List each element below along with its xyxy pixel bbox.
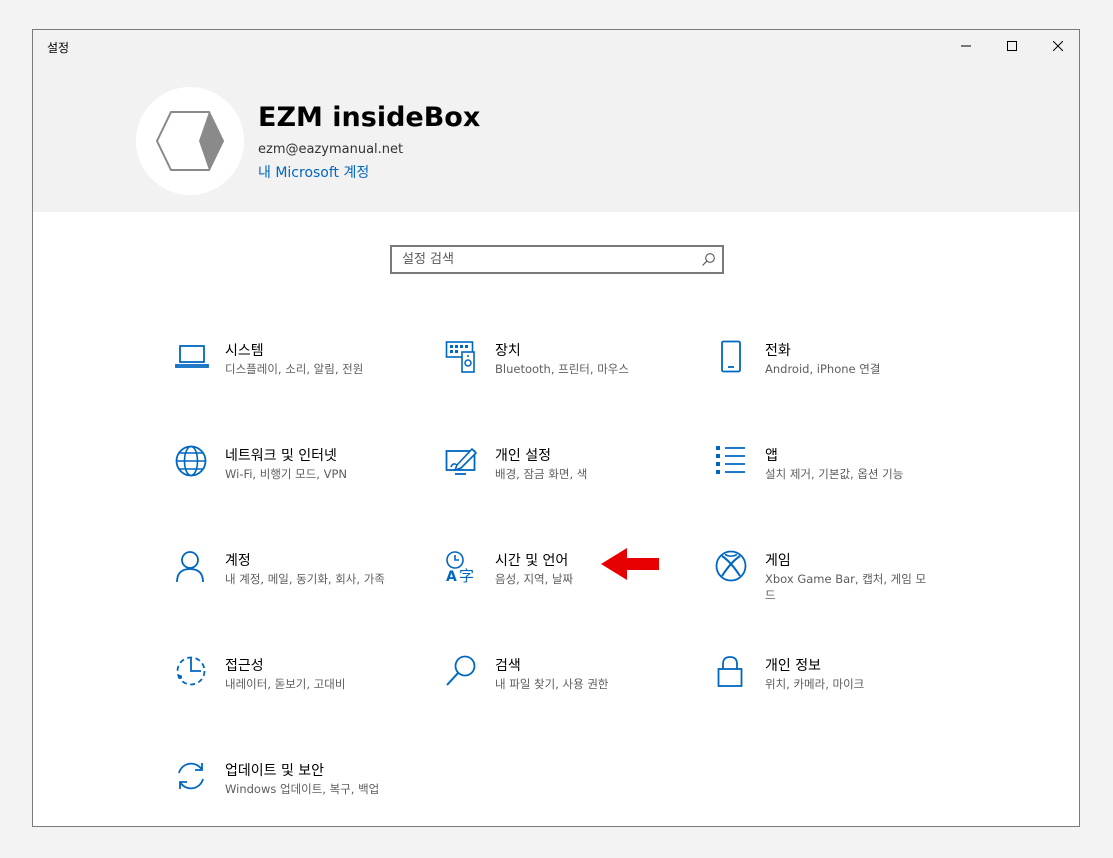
- microsoft-account-link[interactable]: 내 Microsoft 계정: [258, 162, 369, 182]
- tile-privacy[interactable]: 개인 정보 위치, 카메라, 마이크: [715, 655, 965, 725]
- maximize-icon: [1007, 41, 1017, 51]
- tile-title: 개인 정보: [765, 658, 821, 674]
- lock-icon: [715, 655, 751, 691]
- phone-icon: [715, 340, 751, 376]
- tile-subtitle: 위치, 카메라, 마이크: [765, 677, 865, 691]
- tile-search[interactable]: 검색 내 파일 찾기, 사용 권한: [445, 655, 695, 725]
- xbox-icon: [715, 550, 751, 586]
- laptop-icon: [175, 340, 211, 376]
- tile-subtitle: Xbox Game Bar, 캡처, 게임 모드: [765, 572, 927, 602]
- title-bar[interactable]: 설정: [33, 30, 1079, 62]
- tile-subtitle: Windows 업데이트, 복구, 백업: [225, 782, 380, 796]
- tile-update-security[interactable]: 업데이트 및 보안 Windows 업데이트, 복구, 백업: [175, 760, 425, 826]
- close-icon: [1053, 41, 1063, 51]
- settings-window: 설정 EZM insideBox ezm@eazymanual.net 내 Mi…: [32, 29, 1080, 827]
- tile-accounts[interactable]: 계정 내 계정, 메일, 동기화, 회사, 가족: [175, 550, 425, 620]
- apps-list-icon: [715, 445, 751, 481]
- tile-title: 앱: [765, 448, 778, 464]
- hexagon-logo-icon: [155, 111, 225, 171]
- close-button[interactable]: [1035, 30, 1079, 62]
- tile-subtitle: 내 파일 찾기, 사용 권한: [495, 677, 609, 691]
- tile-title: 접근성: [225, 658, 264, 674]
- tile-gaming[interactable]: 게임 Xbox Game Bar, 캡처, 게임 모드: [715, 550, 965, 620]
- tile-personalization[interactable]: 개인 설정 배경, 잠금 화면, 색: [445, 445, 695, 515]
- window-title: 설정: [47, 41, 70, 55]
- search-magnifier-icon: [445, 655, 481, 691]
- tile-title: 장치: [495, 343, 521, 359]
- tile-subtitle: 내레이터, 돋보기, 고대비: [225, 677, 346, 691]
- tile-subtitle: Bluetooth, 프린터, 마우스: [495, 362, 629, 376]
- update-icon: [175, 760, 211, 796]
- tile-subtitle: 디스플레이, 소리, 알림, 전원: [225, 362, 364, 376]
- devices-icon: [445, 340, 481, 376]
- svg-text:A: A: [446, 569, 457, 585]
- globe-icon: [175, 445, 211, 481]
- minimize-icon: [961, 45, 971, 47]
- tile-title: 시스템: [225, 343, 264, 359]
- search-icon[interactable]: [701, 252, 716, 267]
- personalize-icon: [445, 445, 481, 481]
- tile-title: 전화: [765, 343, 791, 359]
- person-icon: [175, 550, 211, 586]
- user-email: ezm@eazymanual.net: [258, 142, 404, 157]
- tile-title: 시간 및 언어: [495, 553, 569, 569]
- tile-network[interactable]: 네트워크 및 인터넷 Wi-Fi, 비행기 모드, VPN: [175, 445, 425, 515]
- search-input[interactable]: [402, 247, 692, 272]
- tile-subtitle: 설치 제거, 기본값, 옵션 기능: [765, 467, 904, 481]
- search-box[interactable]: [390, 245, 724, 274]
- tile-title: 네트워크 및 인터넷: [225, 448, 337, 464]
- tile-apps[interactable]: 앱 설치 제거, 기본값, 옵션 기능: [715, 445, 965, 515]
- tile-title: 업데이트 및 보안: [225, 763, 325, 779]
- avatar[interactable]: [136, 87, 244, 195]
- red-arrow-icon: [601, 548, 659, 580]
- time-language-icon: A 字: [445, 550, 481, 586]
- tile-title: 계정: [225, 553, 251, 569]
- tile-title: 검색: [495, 658, 521, 674]
- accessibility-icon: [175, 655, 211, 691]
- svg-text:字: 字: [459, 567, 474, 585]
- tile-accessibility[interactable]: 접근성 내레이터, 돋보기, 고대비: [175, 655, 425, 725]
- user-name: EZM insideBox: [258, 102, 481, 133]
- tile-devices[interactable]: 장치 Bluetooth, 프린터, 마우스: [445, 340, 695, 410]
- maximize-button[interactable]: [989, 30, 1035, 62]
- tile-title: 개인 설정: [495, 448, 551, 464]
- tile-title: 게임: [765, 553, 791, 569]
- minimize-button[interactable]: [943, 30, 989, 62]
- tile-subtitle: 내 계정, 메일, 동기화, 회사, 가족: [225, 572, 385, 586]
- tile-phone[interactable]: 전화 Android, iPhone 연결: [715, 340, 965, 410]
- tile-subtitle: Wi-Fi, 비행기 모드, VPN: [225, 467, 348, 481]
- tile-subtitle: Android, iPhone 연결: [765, 362, 881, 376]
- tile-system[interactable]: 시스템 디스플레이, 소리, 알림, 전원: [175, 340, 425, 410]
- profile-header: EZM insideBox ezm@eazymanual.net 내 Micro…: [33, 62, 1079, 212]
- tile-subtitle: 배경, 잠금 화면, 색: [495, 467, 588, 481]
